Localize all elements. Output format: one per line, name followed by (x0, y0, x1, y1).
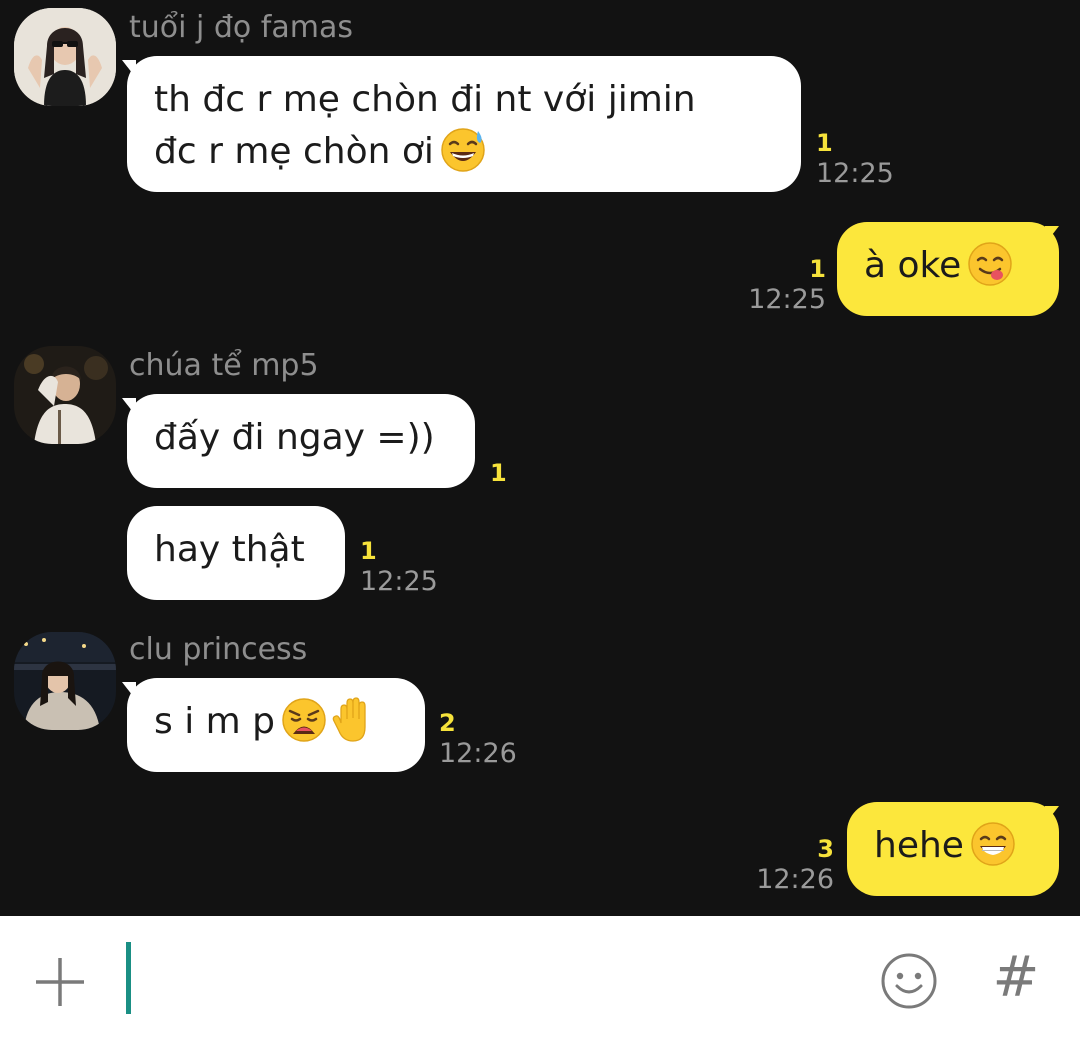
sender-name: chúa tể mp5 (129, 348, 319, 383)
avatar-clu-princess[interactable] (14, 632, 116, 730)
message-text: à oke (864, 245, 962, 286)
beaming-face-emoji (970, 821, 1016, 867)
message-text: hehe (874, 825, 964, 866)
message-meta: 1 12:25 (730, 254, 826, 316)
unread-count: 1 (360, 537, 377, 565)
unread-count: 3 (817, 835, 834, 863)
message-bubble[interactable]: hay thật (127, 506, 345, 600)
message-bubble[interactable]: hehe (847, 802, 1059, 896)
unread-count: 1 (816, 129, 833, 157)
hashtag-button[interactable]: # (990, 946, 1042, 1010)
message-meta: 1 (490, 458, 507, 488)
message-text: th đc r mẹ chòn đi nt với jimin (154, 79, 696, 120)
message-bubble[interactable]: s i m p (127, 678, 425, 772)
sender-name: clu princess (129, 632, 308, 667)
message-bubble[interactable]: đấy đi ngay =)) (127, 394, 475, 488)
message-time: 12:25 (360, 566, 438, 597)
chat-area[interactable]: tuổi j đọ famas th đc r mẹ chòn đi nt vớ… (0, 0, 1080, 916)
text-cursor (126, 942, 131, 1014)
avatar-chua-te-mp5[interactable] (14, 346, 116, 444)
message-text: đấy đi ngay =)) (154, 417, 435, 458)
message-composer: # (0, 916, 1080, 1042)
plus-icon[interactable] (32, 954, 88, 1010)
unread-count: 1 (809, 255, 826, 283)
yum-emoji (967, 241, 1013, 287)
message-bubble[interactable]: à oke (837, 222, 1059, 316)
message-text: s i m p (154, 701, 276, 742)
raised-hand-emoji (329, 697, 375, 743)
message-meta: 1 12:25 (360, 536, 438, 598)
grinning-sweat-emoji (440, 127, 486, 173)
message-meta: 3 12:26 (738, 834, 834, 896)
smiley-icon[interactable] (880, 952, 938, 1010)
message-bubble[interactable]: th đc r mẹ chòn đi nt với jimin đc r mẹ … (127, 56, 801, 192)
avatar-tuoi-j-do-famas[interactable] (14, 8, 116, 106)
message-text: hay thật (154, 529, 305, 570)
message-time: 12:26 (756, 864, 834, 895)
sender-name: tuổi j đọ famas (129, 10, 353, 45)
message-input[interactable] (140, 942, 844, 1016)
message-time: 12:25 (816, 158, 894, 189)
message-meta: 1 12:25 (816, 128, 894, 190)
unread-count: 2 (439, 709, 456, 737)
message-time: 12:26 (439, 738, 517, 769)
weary-face-emoji (281, 697, 327, 743)
message-meta: 2 12:26 (439, 708, 517, 770)
message-text-line-2: đc r mẹ chòn ơi (154, 126, 775, 178)
unread-count: 1 (490, 459, 507, 487)
message-time: 12:25 (748, 284, 826, 315)
